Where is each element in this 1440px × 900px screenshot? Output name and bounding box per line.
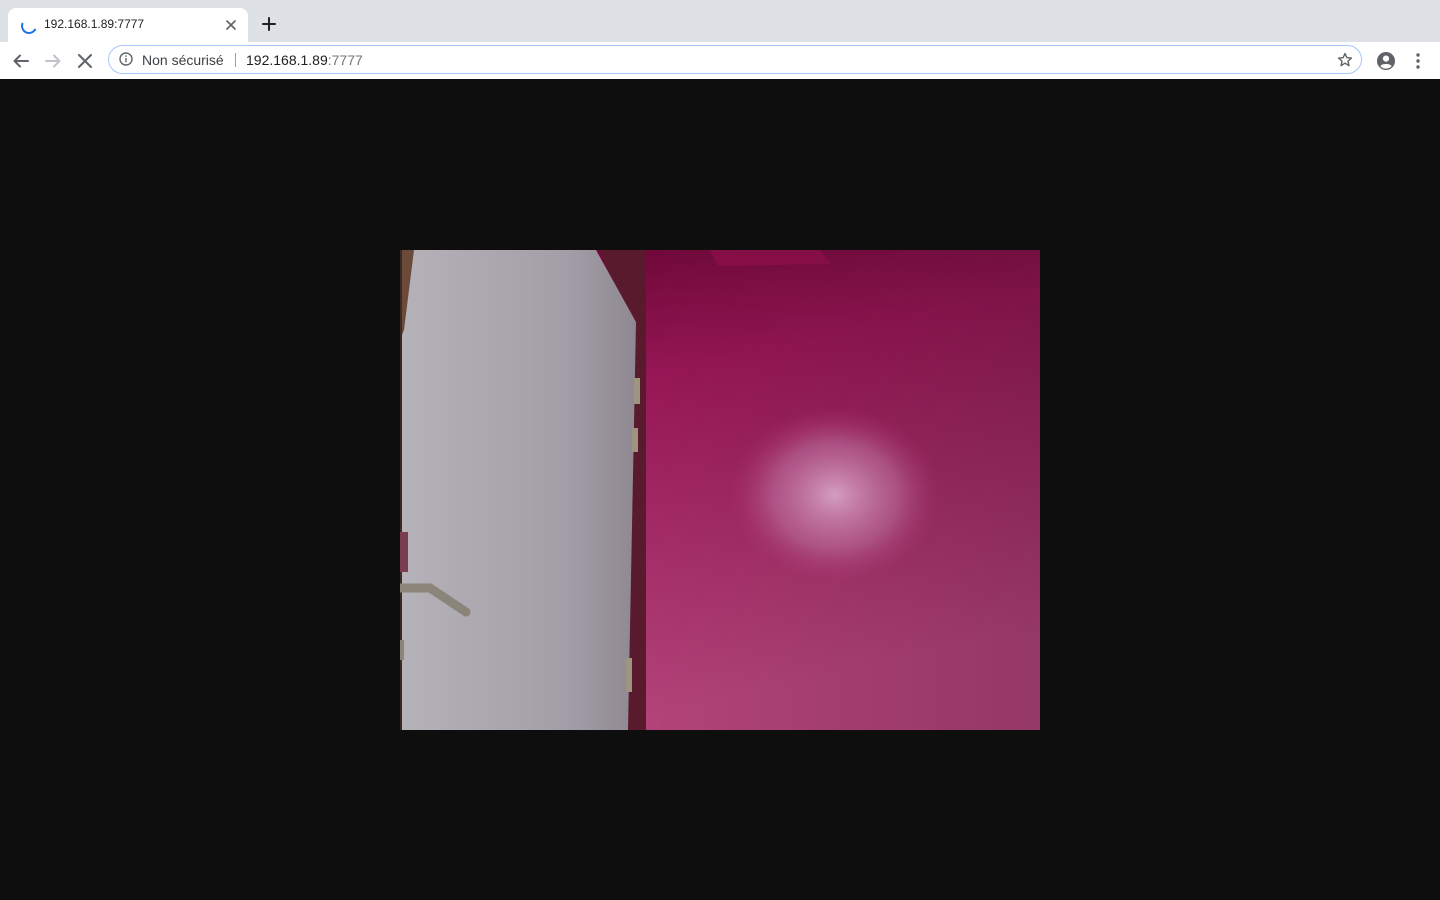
bookmark-button[interactable] xyxy=(1336,51,1354,69)
info-icon[interactable] xyxy=(119,52,133,66)
tab-active[interactable]: 192.168.1.89:7777 xyxy=(8,8,248,42)
back-button[interactable] xyxy=(8,48,34,74)
stop-loading-button[interactable] xyxy=(72,48,98,74)
tab-strip: 192.168.1.89:7777 xyxy=(0,0,1440,42)
tab-title: 192.168.1.89:7777 xyxy=(44,17,145,31)
kebab-menu-icon xyxy=(1416,53,1420,69)
url-port: :7777 xyxy=(327,52,363,68)
omnibox-divider xyxy=(235,53,236,67)
browser-window: 192.168.1.89:7777 Non sécurisé 192.168.1… xyxy=(0,0,1440,900)
loading-spinner-icon xyxy=(18,15,40,37)
page-content xyxy=(0,79,1440,900)
close-icon xyxy=(78,54,92,68)
arrow-right-icon xyxy=(45,54,61,68)
browser-toolbar: Non sécurisé 192.168.1.89:7777 xyxy=(0,42,1440,80)
url-text[interactable]: 192.168.1.89:7777 xyxy=(246,52,363,68)
plus-icon xyxy=(262,17,276,31)
close-icon[interactable] xyxy=(222,16,240,34)
forward-button[interactable] xyxy=(40,48,66,74)
new-tab-button[interactable] xyxy=(258,13,280,35)
profile-button[interactable] xyxy=(1373,48,1399,74)
menu-button[interactable] xyxy=(1405,48,1431,74)
security-status-label[interactable]: Non sécurisé xyxy=(142,52,224,68)
star-icon xyxy=(1337,52,1353,67)
camera-stream-image xyxy=(400,250,1040,730)
address-bar[interactable]: Non sécurisé 192.168.1.89:7777 xyxy=(108,45,1362,74)
arrow-left-icon xyxy=(13,54,29,68)
account-circle-icon xyxy=(1377,52,1395,70)
url-host: 192.168.1.89 xyxy=(246,52,328,68)
